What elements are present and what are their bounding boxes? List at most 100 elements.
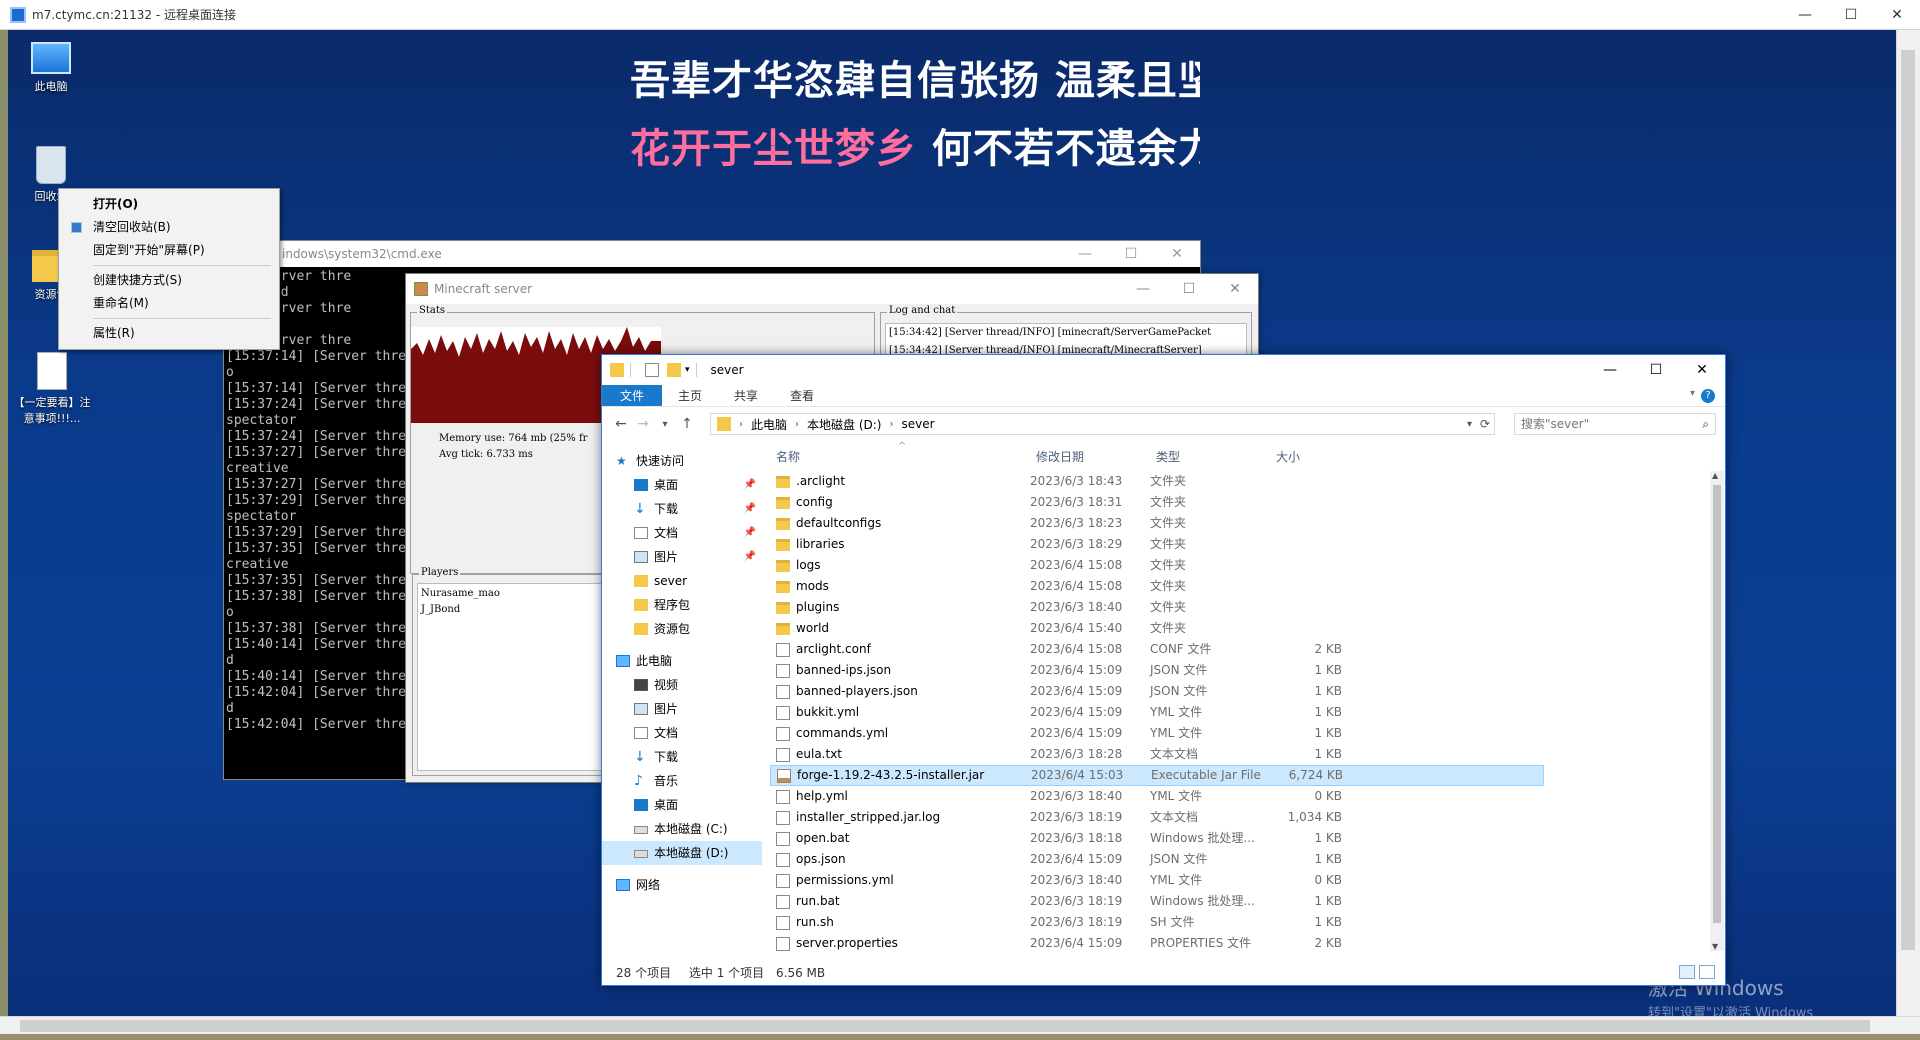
file-list-scrollbar[interactable]: ▲ ▼ (1710, 471, 1724, 951)
scrollbar-thumb[interactable] (1901, 50, 1915, 950)
breadcrumb-sever[interactable]: sever (901, 417, 934, 431)
nav-pc-pictures[interactable]: 图片 (602, 697, 762, 721)
rdp-minimize-button[interactable]: — (1782, 0, 1828, 30)
desktop-icon-notice[interactable]: 【一定要看】注意事项!!!... (12, 352, 92, 426)
nav-pc-videos[interactable]: 视频 (602, 673, 762, 697)
menu-item-create-shortcut[interactable]: 创建快捷方式(S) (59, 269, 279, 292)
menu-item-properties[interactable]: 属性(R) (59, 322, 279, 345)
file-row[interactable]: banned-players.json 2023/6/4 15:09 JSON 文件… (770, 681, 1544, 702)
refresh-icon[interactable]: ⟳ (1480, 417, 1490, 431)
nav-quick-downloads[interactable]: ↓ 下载 📌 (602, 497, 762, 521)
mc-close-button[interactable]: ✕ (1212, 274, 1258, 304)
address-dropdown-icon[interactable]: ▾ (1467, 419, 1472, 430)
properties-icon[interactable] (645, 363, 659, 377)
customize-toolbar-icon[interactable]: ▾ (685, 365, 690, 375)
file-row[interactable]: logs 2023/6/4 15:08 文件夹 (770, 555, 1544, 576)
rdp-close-button[interactable]: ✕ (1874, 0, 1920, 30)
explorer-close-button[interactable]: ✕ (1679, 355, 1725, 385)
menu-item-open[interactable]: 打开(O) (59, 193, 279, 216)
nav-label: 文档 (654, 726, 679, 740)
nav-quick-program-pack[interactable]: 程序包 (602, 593, 762, 617)
scrollbar-thumb[interactable] (20, 1020, 1870, 1032)
file-row[interactable]: open.bat 2023/6/3 18:18 Windows 批处理... 1 KB (770, 828, 1544, 849)
file-row[interactable]: arclight.conf 2023/6/4 15:08 CONF 文件 2 KB (770, 639, 1544, 660)
nav-quick-access[interactable]: ★ 快速访问 (602, 449, 762, 473)
rdp-maximize-button[interactable]: ☐ (1828, 0, 1874, 30)
nav-quick-sever[interactable]: sever (602, 569, 762, 593)
help-icon[interactable]: ? (1701, 389, 1715, 403)
nav-pc-documents[interactable]: 文档 (602, 721, 762, 745)
file-row[interactable]: world 2023/6/4 15:40 文件夹 (770, 618, 1544, 639)
tab-home[interactable]: 主页 (662, 385, 718, 406)
scrollbar-thumb[interactable] (1713, 485, 1721, 923)
details-view-icon[interactable] (1679, 965, 1695, 979)
nav-quick-documents[interactable]: 文档 📌 (602, 521, 762, 545)
file-name: installer_stripped.jar.log (796, 810, 941, 824)
tab-share[interactable]: 共享 (718, 385, 774, 406)
column-header-date[interactable]: 修改日期 (1030, 448, 1150, 465)
address-bar[interactable]: › 此电脑 › 本地磁盘 (D:) › sever ▾ ⟳ (710, 413, 1495, 435)
menu-item-rename[interactable]: 重命名(M) (59, 292, 279, 315)
column-header-type[interactable]: 类型 (1150, 448, 1270, 465)
file-row[interactable]: .arclight 2023/6/3 18:43 文件夹 (770, 471, 1544, 492)
breadcrumb-drive-d[interactable]: 本地磁盘 (D:) (807, 416, 881, 433)
desktop-icon-this-pc[interactable]: 此电脑 (16, 42, 86, 94)
up-icon[interactable]: ↑ (676, 416, 698, 432)
cmd-minimize-button[interactable]: — (1062, 241, 1108, 267)
tab-file[interactable]: 文件 (602, 385, 663, 406)
back-icon[interactable]: ← (610, 416, 632, 432)
cmd-close-button[interactable]: ✕ (1154, 241, 1200, 267)
menu-item-pin-start[interactable]: 固定到"开始"屏幕(P) (59, 239, 279, 262)
nav-quick-pictures[interactable]: 图片 📌 (602, 545, 762, 569)
file-row[interactable]: ops.json 2023/6/4 15:09 JSON 文件 1 KB (770, 849, 1544, 870)
file-row[interactable]: libraries 2023/6/3 18:29 文件夹 (770, 534, 1544, 555)
mc-minimize-button[interactable]: — (1120, 274, 1166, 304)
forward-icon[interactable]: → (632, 416, 654, 432)
file-row[interactable]: forge-1.19.2-43.2.5-installer.jar 2023/6/… (770, 765, 1544, 786)
expand-ribbon-icon[interactable]: ▾ (1690, 388, 1695, 399)
file-row[interactable]: banned-ips.json 2023/6/4 15:09 JSON 文件 1 KB (770, 660, 1544, 681)
explorer-maximize-button[interactable]: ☐ (1633, 355, 1679, 385)
column-header-size[interactable]: 大小 (1270, 448, 1342, 465)
file-row[interactable]: run.sh 2023/6/3 18:19 SH 文件 1 KB (770, 912, 1544, 933)
file-row[interactable]: help.yml 2023/6/3 18:40 YML 文件 0 KB (770, 786, 1544, 807)
file-row[interactable]: plugins 2023/6/3 18:40 文件夹 (770, 597, 1544, 618)
file-name-cell: banned-ips.json (770, 660, 1030, 681)
new-folder-icon[interactable] (667, 363, 681, 377)
file-row[interactable]: eula.txt 2023/6/3 18:28 文本文档 1 KB (770, 744, 1544, 765)
nav-drive-d[interactable]: 本地磁盘 (D:) (602, 841, 762, 865)
file-explorer-window[interactable]: ▾ sever — ☐ ✕ 文件 主页 共享 查看 ▾ ? ← → ▾ ↑ › … (601, 354, 1726, 986)
file-row[interactable]: bukkit.yml 2023/6/4 15:09 YML 文件 1 KB (770, 702, 1544, 723)
nav-quick-desktop[interactable]: 桌面 📌 (602, 473, 762, 497)
search-icon[interactable]: ⌕ (1702, 414, 1709, 434)
nav-this-pc[interactable]: 此电脑 (602, 649, 762, 673)
rdp-horizontal-scrollbar[interactable] (0, 1016, 1920, 1034)
nav-pc-desktop[interactable]: 桌面 (602, 793, 762, 817)
file-row[interactable]: commands.yml 2023/6/4 15:09 YML 文件 1 KB (770, 723, 1544, 744)
nav-quick-resource-pack[interactable]: 资源包 (602, 617, 762, 641)
rdp-vertical-scrollbar[interactable] (1896, 30, 1920, 1020)
menu-item-empty-bin[interactable]: 清空回收站(B) (59, 216, 279, 239)
nav-network[interactable]: 网络 (602, 873, 762, 897)
mc-maximize-button[interactable]: ☐ (1166, 274, 1212, 304)
explorer-minimize-button[interactable]: — (1587, 355, 1633, 385)
nav-pc-downloads[interactable]: ↓ 下载 (602, 745, 762, 769)
large-icons-view-icon[interactable] (1699, 965, 1715, 979)
nav-pc-music[interactable]: ♪ 音乐 (602, 769, 762, 793)
file-row[interactable]: config 2023/6/3 18:31 文件夹 (770, 492, 1544, 513)
file-row[interactable]: permissions.yml 2023/6/3 18:40 YML 文件 0 KB (770, 870, 1544, 891)
scroll-down-icon[interactable]: ▼ (1712, 942, 1718, 951)
cmd-maximize-button[interactable]: ☐ (1108, 241, 1154, 267)
breadcrumb-this-pc[interactable]: 此电脑 (751, 416, 787, 433)
file-row[interactable]: installer_stripped.jar.log 2023/6/3 18:19… (770, 807, 1544, 828)
search-input[interactable]: 搜索"sever" ⌕ (1514, 413, 1716, 435)
file-row[interactable]: server.properties 2023/6/4 15:09 PROPERTIE… (770, 933, 1544, 954)
file-row[interactable]: run.bat 2023/6/3 18:19 Windows 批处理... 1 KB (770, 891, 1544, 912)
nav-drive-c[interactable]: 本地磁盘 (C:) (602, 817, 762, 841)
recent-locations-icon[interactable]: ▾ (654, 419, 676, 430)
scroll-up-icon[interactable]: ▲ (1712, 471, 1718, 480)
file-row[interactable]: mods 2023/6/4 15:08 文件夹 (770, 576, 1544, 597)
desktop-icon-label: 此电脑 (34, 80, 68, 93)
file-row[interactable]: defaultconfigs 2023/6/3 18:23 文件夹 (770, 513, 1544, 534)
tab-view[interactable]: 查看 (774, 385, 830, 406)
